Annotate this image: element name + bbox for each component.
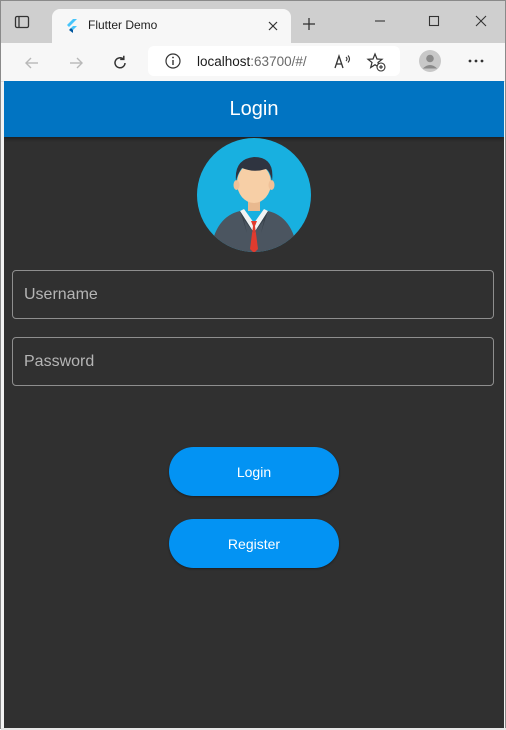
register-button[interactable]: Register [169,519,339,568]
flutter-logo-icon [64,18,80,34]
url-path: :63700/#/ [250,54,307,69]
plus-icon[interactable] [297,12,321,36]
arrow-right-icon[interactable] [63,50,89,76]
minimize-icon[interactable] [362,7,398,35]
refresh-icon[interactable] [107,50,133,76]
maximize-icon[interactable] [416,7,452,35]
tab-title: Flutter Demo [88,18,158,32]
browser-tab[interactable]: Flutter Demo [52,9,291,43]
browser-window: Flutter Demo localhost:63700/#/ Login Us… [0,0,506,730]
url-host: localhost [197,54,251,69]
password-field [12,337,494,386]
close-icon[interactable] [263,16,283,36]
info-icon[interactable] [164,52,182,70]
user-avatar-icon [196,137,312,253]
url-text: localhost:63700/#/ [197,54,307,69]
profile-avatar-icon[interactable] [418,49,442,73]
password-input[interactable] [13,338,493,385]
app-viewport: Login Username Login Register [4,81,504,728]
login-button[interactable]: Login [169,447,339,496]
page-title: Login [229,97,279,120]
close-window-icon[interactable] [463,7,499,35]
address-bar[interactable]: localhost:63700/#/ [148,46,400,76]
app-bar: Login [4,81,504,137]
tab-strip: Flutter Demo [1,1,505,43]
arrow-left-icon[interactable] [19,50,45,76]
username-field [12,270,494,319]
read-aloud-icon[interactable] [333,53,353,71]
username-input[interactable] [13,271,493,318]
address-bar-row: localhost:63700/#/ [1,43,505,82]
tab-actions-icon[interactable] [11,11,33,33]
star-plus-icon[interactable] [366,52,386,72]
ellipsis-icon[interactable] [464,49,488,73]
